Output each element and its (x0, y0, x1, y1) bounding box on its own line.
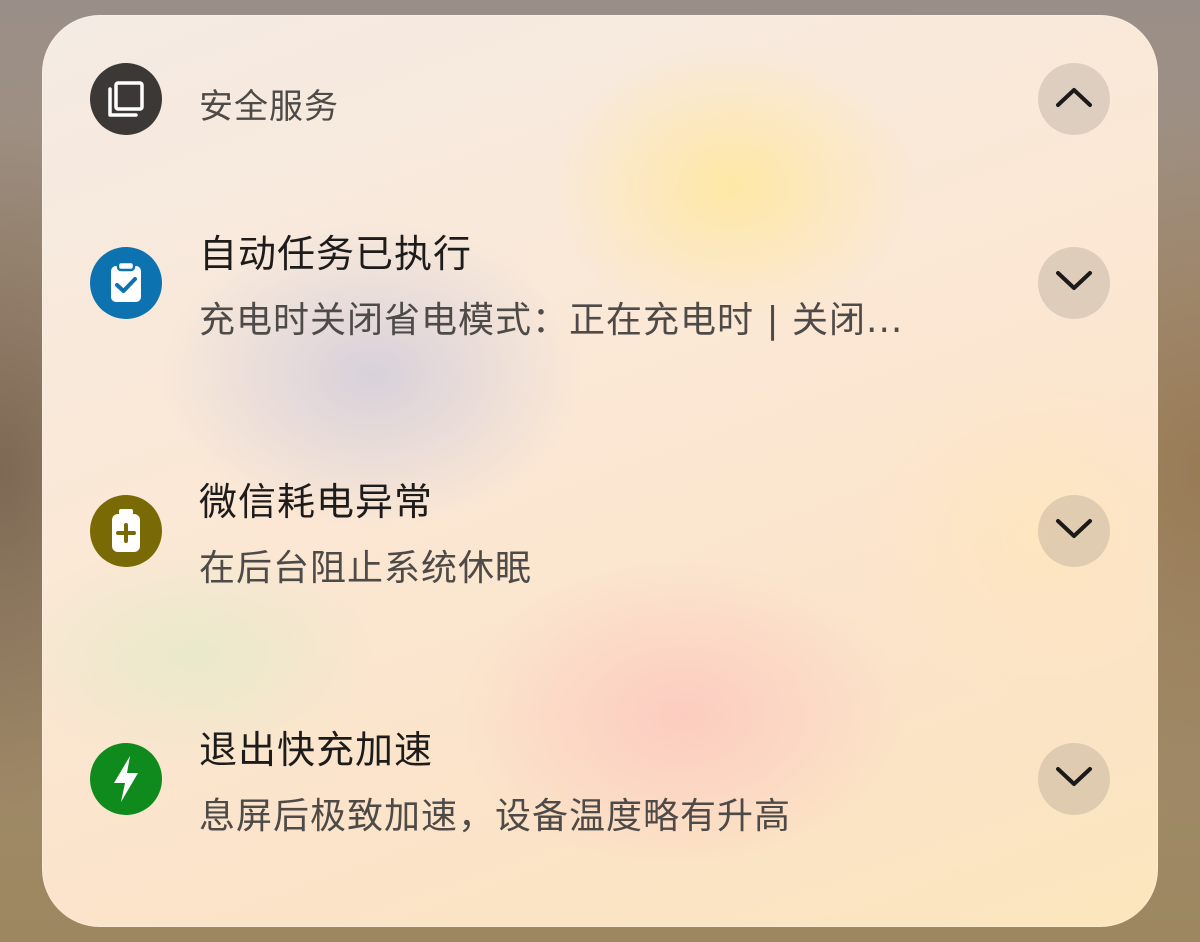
expand-button[interactable] (1038, 743, 1110, 815)
expand-button[interactable] (1038, 495, 1110, 567)
notification-title: 微信耗电异常 (199, 480, 434, 524)
copy-icon (90, 63, 162, 135)
notification-panel: 安全服务 自动任务已执行 充电时关闭省电模式：正在充电时 | 关闭... 微信耗… (42, 15, 1158, 927)
expand-button[interactable] (1038, 247, 1110, 319)
chevron-down-icon (1054, 765, 1094, 793)
notification-subtitle: 在后台阻止系统休眠 (199, 548, 533, 589)
lightning-bolt-icon (90, 743, 162, 815)
notification-subtitle: 充电时关闭省电模式：正在充电时 | 关闭... (199, 300, 904, 341)
clipboard-check-icon (90, 247, 162, 319)
group-app-name: 安全服务 (199, 87, 339, 127)
chevron-down-icon (1054, 269, 1094, 297)
battery-plus-icon (90, 495, 162, 567)
collapse-button[interactable] (1038, 63, 1110, 135)
notification-title: 自动任务已执行 (199, 232, 473, 276)
chevron-up-icon (1054, 85, 1094, 113)
notification-subtitle: 息屏后极致加速，设备温度略有升高 (199, 796, 792, 837)
chevron-down-icon (1054, 517, 1094, 545)
notification-title: 退出快充加速 (199, 728, 434, 772)
